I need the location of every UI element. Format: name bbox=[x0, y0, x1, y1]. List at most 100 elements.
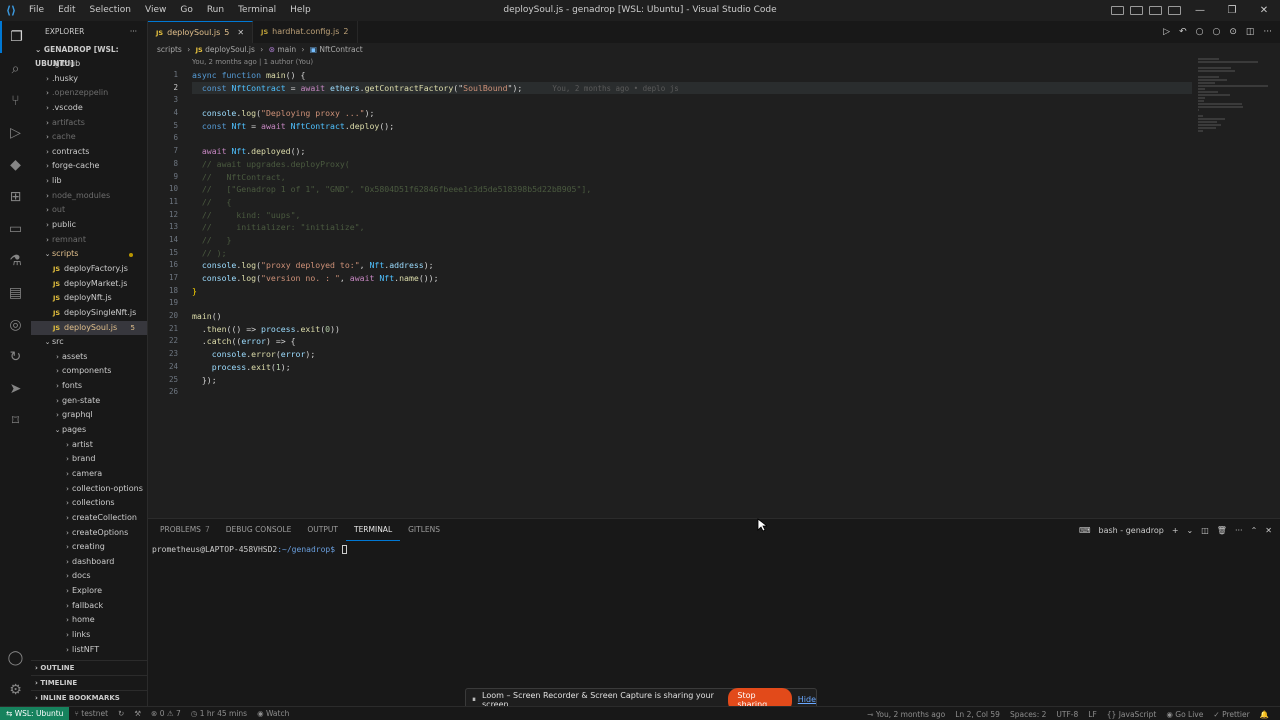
docker-icon[interactable]: ▤ bbox=[0, 277, 31, 309]
gitlens-icon[interactable]: ◎ bbox=[0, 309, 31, 341]
go-live-button[interactable]: ◉ Go Live bbox=[1161, 710, 1208, 719]
run-icon[interactable]: ▷ bbox=[1163, 27, 1170, 37]
folder-item[interactable]: › collection-options bbox=[31, 482, 147, 497]
notifications-icon[interactable]: 🔔 bbox=[1255, 710, 1274, 719]
terminal-output[interactable]: prometheus@LAPTOP-458VHSD2:~/genadrop$ bbox=[152, 545, 347, 554]
more-actions-icon[interactable]: ··· bbox=[1235, 526, 1243, 535]
explorer-more-button[interactable]: ··· bbox=[130, 21, 137, 43]
search-icon[interactable]: ⌕ bbox=[0, 53, 31, 85]
folder-item[interactable]: › artist bbox=[31, 438, 147, 453]
folder-item[interactable]: › home bbox=[31, 613, 147, 628]
code-line[interactable]: await Nft.deployed(); bbox=[192, 145, 1192, 158]
source-control-icon[interactable]: ⑂ bbox=[0, 85, 31, 117]
code-line[interactable] bbox=[192, 386, 1192, 399]
code-line[interactable]: // ["Genadrop 1 of 1", "GND", "0x5804D51… bbox=[192, 183, 1192, 196]
folder-item[interactable]: › out bbox=[31, 203, 147, 218]
folder-item[interactable]: › collections bbox=[31, 496, 147, 511]
code-line[interactable]: // kind: "uups", bbox=[192, 209, 1192, 222]
sync-icon[interactable]: ↻ bbox=[113, 709, 129, 718]
new-terminal-icon[interactable]: + bbox=[1172, 526, 1179, 535]
code-line[interactable]: // await upgrades.deployProxy( bbox=[192, 158, 1192, 171]
accounts-icon[interactable]: ◯ bbox=[0, 642, 31, 674]
indentation[interactable]: Spaces: 2 bbox=[1005, 710, 1051, 719]
python-icon[interactable]: ◆ bbox=[0, 149, 31, 181]
code-line[interactable]: console.log("version no. : ", await Nft.… bbox=[192, 272, 1192, 285]
folder-item[interactable]: › .husky bbox=[31, 72, 147, 87]
minimap[interactable] bbox=[1194, 57, 1280, 518]
code-line[interactable]: process.exit(1); bbox=[192, 361, 1192, 374]
folder-item[interactable]: › creating bbox=[31, 540, 147, 555]
file-item[interactable]: JS deployFactory.js bbox=[31, 262, 147, 277]
folder-item[interactable]: › .vscode bbox=[31, 101, 147, 116]
code-line[interactable]: // { bbox=[192, 196, 1192, 209]
live-share-icon[interactable]: ➤ bbox=[0, 373, 31, 405]
folder-item[interactable]: › fonts bbox=[31, 379, 147, 394]
code-line[interactable] bbox=[192, 94, 1192, 107]
folder-item[interactable]: › contracts bbox=[31, 145, 147, 160]
pause-icon[interactable]: ⏸ bbox=[472, 695, 476, 705]
open-changes-icon[interactable]: ↶ bbox=[1179, 27, 1187, 37]
folder-item[interactable]: ⌄ pages bbox=[31, 423, 147, 438]
code-line[interactable]: .catch((error) => { bbox=[192, 335, 1192, 348]
tab-hardhat-config[interactable]: JS hardhat.config.js 2 bbox=[253, 21, 358, 43]
run-debug-icon[interactable]: ▷ bbox=[0, 117, 31, 149]
watch-toggle[interactable]: ◉ Watch bbox=[252, 709, 294, 718]
code-line[interactable]: // } bbox=[192, 234, 1192, 247]
menu-item-view[interactable]: View bbox=[138, 0, 173, 21]
folder-item[interactable]: ⌄ scripts bbox=[31, 247, 147, 262]
folder-item[interactable]: › links bbox=[31, 628, 147, 643]
timeline-icon[interactable]: ↻ bbox=[0, 341, 31, 373]
prettier-status[interactable]: ✓ Prettier bbox=[1208, 710, 1254, 719]
file-item[interactable]: JS deployNft.js bbox=[31, 291, 147, 306]
remote-indicator[interactable]: ⇆ WSL: Ubuntu bbox=[0, 706, 70, 720]
cursor-position[interactable]: Ln 2, Col 59 bbox=[950, 710, 1005, 719]
restore-button[interactable]: ❐ bbox=[1216, 5, 1248, 16]
outline-section[interactable]: › OUTLINE bbox=[31, 660, 147, 674]
customize-layout-icon[interactable] bbox=[1168, 6, 1181, 15]
toggle-sidebar-icon[interactable] bbox=[1111, 6, 1124, 15]
code-line[interactable]: // NftContract, bbox=[192, 171, 1192, 184]
code-line[interactable]: const Nft = await NftContract.deploy(); bbox=[192, 120, 1192, 133]
folder-item[interactable]: › public bbox=[31, 218, 147, 233]
panel-tab-debug-console[interactable]: DEBUG CONSOLE bbox=[218, 519, 300, 541]
menu-item-help[interactable]: Help bbox=[283, 0, 318, 21]
code-line[interactable] bbox=[192, 132, 1192, 145]
remote-explorer-icon[interactable]: ▭ bbox=[0, 213, 31, 245]
code-line[interactable]: }); bbox=[192, 374, 1192, 387]
timeline-section[interactable]: › TIMELINE bbox=[31, 675, 147, 689]
folder-item[interactable]: › cache bbox=[31, 130, 147, 145]
bookmarks-icon[interactable]: ⌑ bbox=[0, 405, 31, 437]
panel-tab-output[interactable]: OUTPUT bbox=[299, 519, 346, 541]
folder-item[interactable]: › graphql bbox=[31, 408, 147, 423]
folder-item[interactable]: › components bbox=[31, 364, 147, 379]
code-line[interactable]: .then(() => process.exit(0)) bbox=[192, 323, 1192, 336]
code-lines[interactable]: async function main() { const NftContrac… bbox=[192, 69, 1192, 399]
breadcrumb-main[interactable]: main bbox=[277, 45, 296, 54]
kill-terminal-icon[interactable]: 🗑 bbox=[1217, 526, 1227, 535]
file-item[interactable]: JS deploySingleNft.js bbox=[31, 306, 147, 321]
code-line[interactable]: console.error(error); bbox=[192, 348, 1192, 361]
toggle-blame-icon[interactable]: ⊙ bbox=[1229, 27, 1237, 37]
inline-bookmarks-section[interactable]: › INLINE BOOKMARKS bbox=[31, 690, 147, 704]
terminal-dropdown-icon[interactable]: ⌄ bbox=[1187, 526, 1194, 535]
code-editor[interactable]: You, 2 months ago | 1 author (You) 12345… bbox=[148, 57, 1280, 518]
code-line[interactable]: console.log("Deploying proxy ..."); bbox=[192, 107, 1192, 120]
settings-gear-icon[interactable]: ⚙ bbox=[0, 674, 31, 706]
extensions-icon[interactable]: ⊞ bbox=[0, 181, 31, 213]
breadcrumb-file[interactable]: deploySoul.js bbox=[205, 45, 255, 54]
code-line[interactable]: main() bbox=[192, 310, 1192, 323]
testing-icon[interactable]: ⚗ bbox=[0, 245, 31, 277]
explorer-icon[interactable]: ❐ bbox=[0, 21, 31, 53]
folder-item[interactable]: › .github bbox=[31, 57, 147, 72]
status-blame[interactable]: ⊸ You, 2 months ago bbox=[862, 710, 950, 719]
folder-item[interactable]: ⌄ src bbox=[31, 335, 147, 350]
encoding[interactable]: UTF-8 bbox=[1051, 710, 1083, 719]
folder-item[interactable]: › brand bbox=[31, 452, 147, 467]
breadcrumb-symbol[interactable]: NftContract bbox=[319, 45, 362, 54]
git-branch[interactable]: ⑂ testnet bbox=[69, 709, 113, 718]
toggle-secondary-sidebar-icon[interactable] bbox=[1149, 6, 1162, 15]
code-line[interactable]: // ); bbox=[192, 247, 1192, 260]
menu-item-selection[interactable]: Selection bbox=[83, 0, 138, 21]
workspace-root[interactable]: ⌄ GENADROP [WSL: UBUNTU] bbox=[31, 43, 147, 68]
folder-item[interactable]: › assets bbox=[31, 350, 147, 365]
